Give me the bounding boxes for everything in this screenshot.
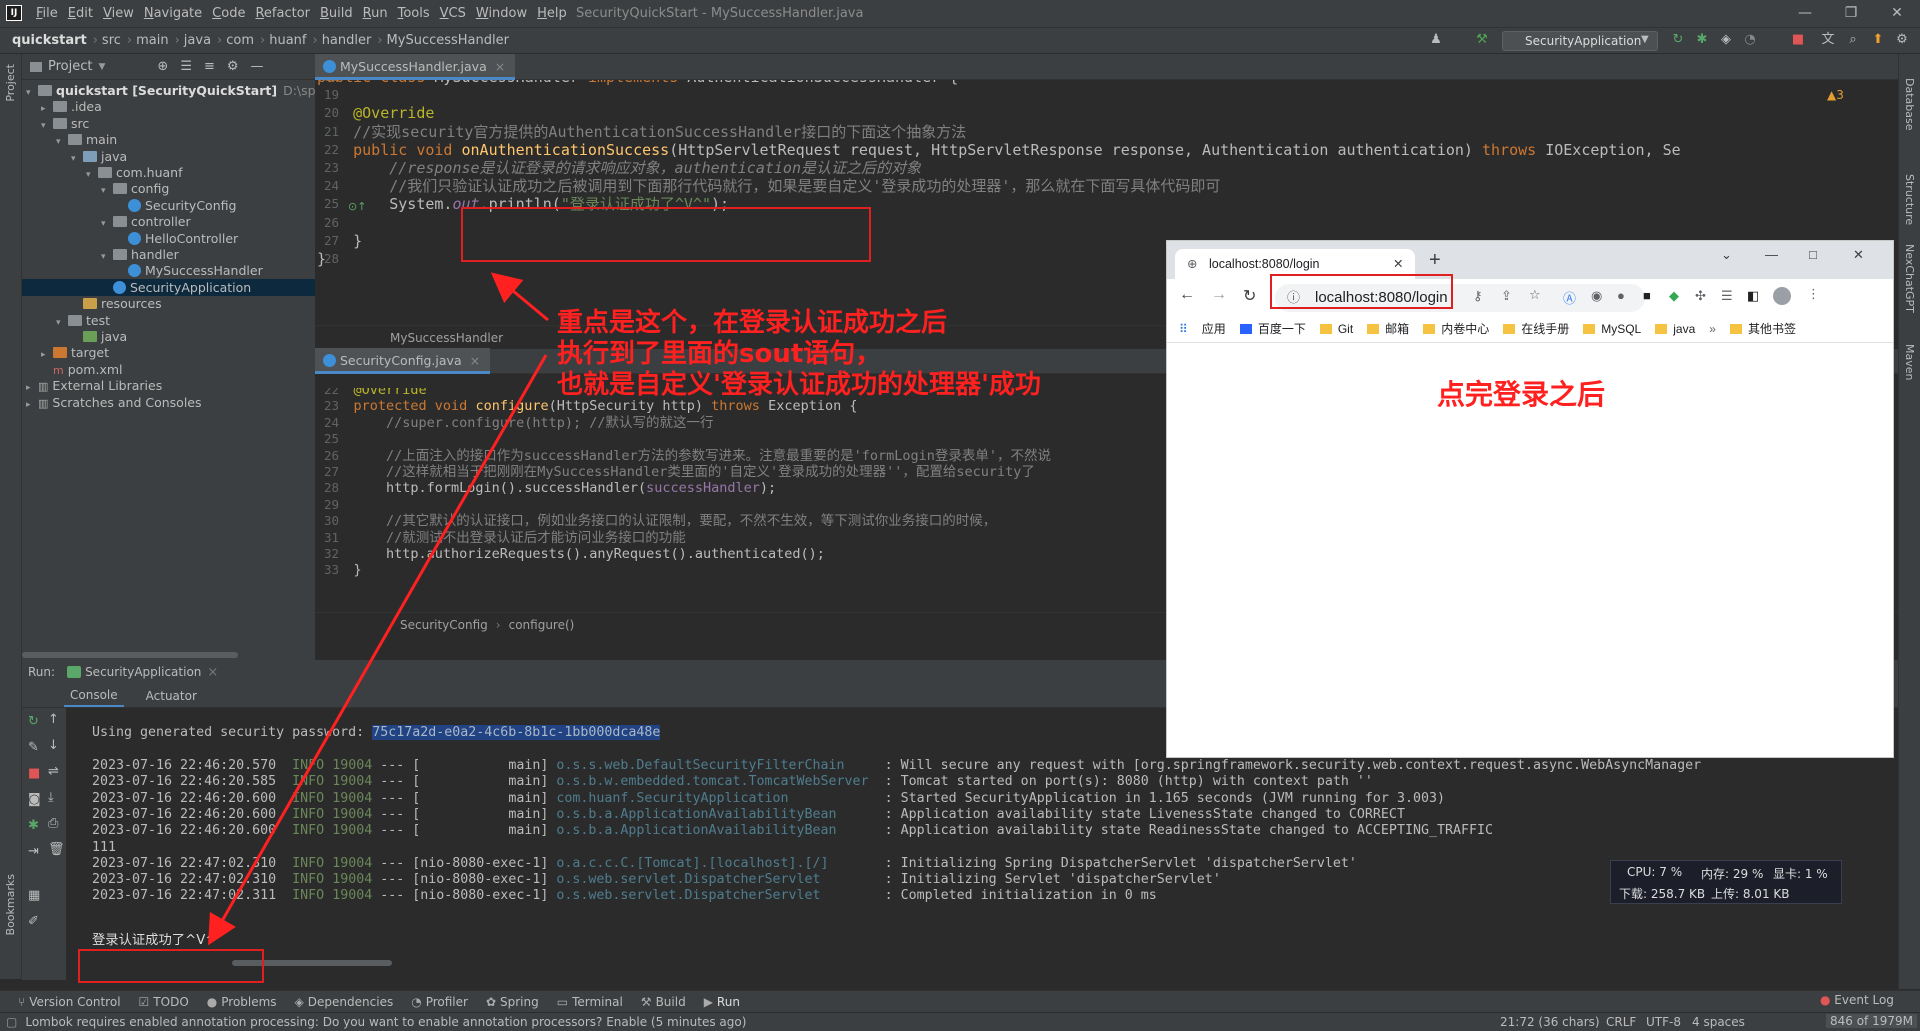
arrow-to-sout: [490, 272, 549, 322]
memory-usage: 内存: 29 %: [1701, 867, 1764, 881]
arrow-to-output: [208, 354, 548, 946]
gpu-usage: 显卡: 1 %: [1773, 867, 1828, 881]
download-speed: 下载: 258.7 KB: [1619, 887, 1706, 901]
cpu-usage: CPU: 7 %: [1627, 865, 1683, 879]
system-monitor-widget: CPU: 7 % 内存: 29 % 显卡: 1 % 下载: 258.7 KB 上…: [1610, 860, 1842, 904]
upload-speed: 上传: 8.01 KB: [1711, 887, 1790, 901]
